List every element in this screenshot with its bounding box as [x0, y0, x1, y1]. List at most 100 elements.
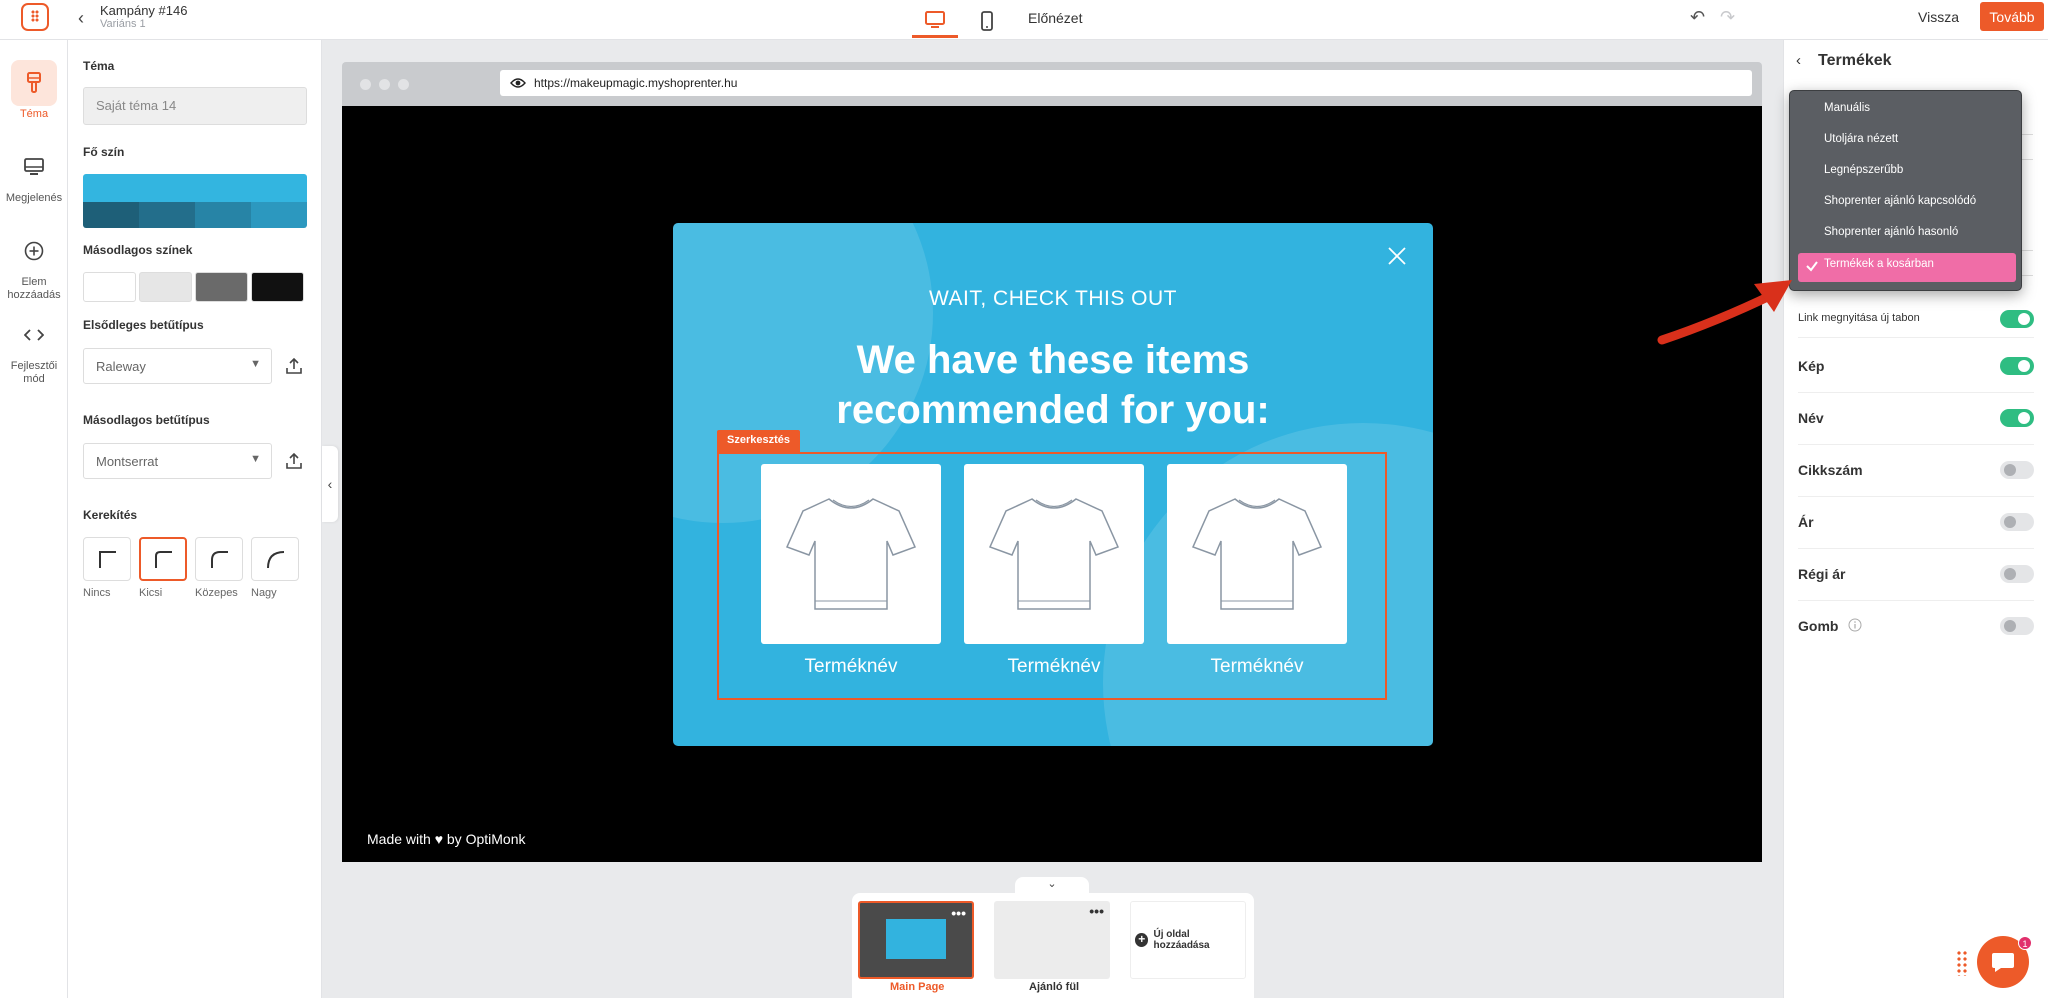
url-text: https://makeupmagic.myshoprenter.hu: [534, 76, 738, 90]
secondary-font-value: Montserrat: [96, 454, 159, 469]
main-color-shades: [83, 202, 307, 228]
desktop-view-button[interactable]: [912, 4, 958, 38]
pages-strip: ••• Main Page ••• Ajánló fül + Új oldal …: [852, 893, 1254, 998]
dropdown-option-cart-products[interactable]: Termékek a kosárban: [1798, 253, 2016, 282]
product-image: [964, 464, 1144, 644]
upload-font-icon[interactable]: [281, 353, 307, 379]
toggle-row-button: Gomb: [1798, 601, 2034, 653]
more-icon[interactable]: •••: [1089, 903, 1104, 919]
product-image: [761, 464, 941, 644]
dropdown-option-recently-viewed[interactable]: Utoljára nézett: [1824, 133, 1898, 145]
shade-swatch[interactable]: [139, 202, 195, 228]
toggle-label: Régi ár: [1798, 566, 1846, 582]
mobile-view-button[interactable]: [964, 4, 1010, 38]
nav-theme-label: Téma: [19, 108, 49, 120]
secondary-font-select[interactable]: Montserrat ▼: [83, 443, 272, 479]
dropdown-option-manual[interactable]: Manuális: [1824, 102, 1870, 114]
shade-swatch[interactable]: [83, 202, 139, 228]
secondary-color-swatch[interactable]: [139, 272, 192, 302]
upload-font-icon[interactable]: [281, 448, 307, 474]
back-chevron-icon[interactable]: ‹: [78, 8, 84, 29]
code-icon: [11, 312, 57, 358]
main-color-picker[interactable]: [83, 174, 307, 228]
nav-appearance[interactable]: Megjelenés: [0, 144, 68, 205]
toggle-row-price: Ár: [1798, 497, 2034, 549]
rounding-option-none[interactable]: Nincs: [83, 537, 131, 599]
next-button[interactable]: Tovább: [1980, 2, 2044, 31]
rounding-options: Nincs Kicsi Közepes Nagy: [83, 537, 299, 599]
rounding-option-small[interactable]: Kicsi: [139, 537, 187, 599]
page-label-tab[interactable]: Ajánló fül: [1029, 981, 1079, 993]
secondary-color-swatch[interactable]: [195, 272, 248, 302]
secondary-font-label: Másodlagos betűtípus: [83, 413, 210, 427]
page-preview: [886, 919, 946, 959]
collapse-panel-button[interactable]: ‹: [322, 446, 338, 522]
site-canvas: WAIT, CHECK THIS OUT We have these items…: [342, 106, 1762, 862]
product-card[interactable]: Terméknév: [761, 464, 941, 678]
shade-swatch[interactable]: [251, 202, 307, 228]
dropdown-option-related[interactable]: Shoprenter ajánló kapcsolódó: [1824, 195, 1976, 207]
edit-tag[interactable]: Szerkesztés: [717, 430, 800, 452]
close-icon[interactable]: [1385, 244, 1409, 268]
dropdown-option-similar[interactable]: Shoprenter ajánló hasonló: [1824, 226, 1958, 238]
main-color-swatch[interactable]: [83, 174, 307, 202]
price-toggle[interactable]: [2000, 513, 2034, 531]
rounding-option-medium[interactable]: Közepes: [195, 537, 243, 599]
check-icon: [1806, 261, 1818, 272]
page-label-main[interactable]: Main Page: [890, 981, 944, 993]
nav-theme[interactable]: Téma: [0, 60, 68, 121]
primary-font-select[interactable]: Raleway ▼: [83, 348, 272, 384]
optimonk-logo[interactable]: [21, 3, 49, 31]
left-icon-bar: Téma Megjelenés Elem hozzáadás Fejlesztő…: [0, 40, 68, 998]
headline-line: recommended for you:: [836, 388, 1270, 432]
mobile-icon: [981, 11, 993, 31]
theme-label: Téma: [83, 59, 115, 73]
back-button[interactable]: Vissza: [1918, 9, 1959, 25]
brush-icon: [11, 60, 57, 106]
open-new-tab-toggle[interactable]: [2000, 310, 2034, 328]
product-card[interactable]: Terméknév: [964, 464, 1144, 678]
monitor-icon: [11, 144, 57, 190]
popup-headline[interactable]: We have these items recommended for you:: [673, 335, 1433, 435]
window-dot: [360, 79, 371, 90]
popup[interactable]: WAIT, CHECK THIS OUT We have these items…: [673, 223, 1433, 746]
redo-icon[interactable]: ↷: [1720, 7, 1735, 28]
preview-button[interactable]: Előnézet: [1028, 10, 1082, 26]
info-icon[interactable]: [1848, 618, 1862, 632]
sku-toggle[interactable]: [2000, 461, 2034, 479]
theme-name-field[interactable]: Saját téma 14: [83, 87, 307, 125]
page-thumbnail-main[interactable]: •••: [858, 901, 974, 979]
theme-panel: Téma Saját téma 14 Fő szín Másodlagos sz…: [68, 40, 322, 998]
secondary-color-swatch[interactable]: [83, 272, 136, 302]
popup-pretitle[interactable]: WAIT, CHECK THIS OUT: [673, 287, 1433, 311]
corner-medium-icon: [211, 551, 228, 568]
product-card[interactable]: Terméknév: [1167, 464, 1347, 678]
url-bar: https://makeupmagic.myshoprenter.hu: [500, 70, 1752, 96]
toggle-row-name: Név: [1798, 393, 2034, 445]
old-price-toggle[interactable]: [2000, 565, 2034, 583]
apps-grid-icon[interactable]: [1956, 950, 1968, 976]
undo-icon[interactable]: ↶: [1690, 7, 1705, 28]
back-chevron-icon[interactable]: ‹: [1796, 52, 1801, 69]
more-icon[interactable]: •••: [951, 905, 966, 921]
image-toggle[interactable]: [2000, 357, 2034, 375]
rounding-option-large[interactable]: Nagy: [251, 537, 299, 599]
page-thumbnail-tab[interactable]: •••: [994, 901, 1110, 979]
name-toggle[interactable]: [2000, 409, 2034, 427]
product-source-dropdown[interactable]: Manuális Utoljára nézett Legnépszerűbb S…: [1789, 90, 2022, 291]
dropdown-option-most-popular[interactable]: Legnépszerűbb: [1824, 164, 1903, 176]
shade-swatch[interactable]: [195, 202, 251, 228]
toggle-label: Gomb: [1798, 618, 1862, 634]
nav-add-element-label: Elem hozzáadás: [7, 276, 61, 301]
eye-icon[interactable]: [510, 76, 526, 90]
primary-font-label: Elsődleges betűtípus: [83, 318, 204, 332]
nav-add-element[interactable]: Elem hozzáadás: [0, 228, 68, 302]
product-name: Terméknév: [1007, 656, 1101, 677]
main-color-label: Fő szín: [83, 145, 125, 159]
secondary-color-swatch[interactable]: [251, 272, 304, 302]
button-toggle[interactable]: [2000, 617, 2034, 635]
secondary-colors-label: Másodlagos színek: [83, 243, 193, 257]
nav-developer-mode[interactable]: Fejlesztői mód: [0, 312, 68, 386]
product-recommendations[interactable]: Terméknév Terméknév Terméknév: [717, 452, 1387, 700]
add-page-button[interactable]: + Új oldal hozzáadása: [1130, 901, 1246, 979]
